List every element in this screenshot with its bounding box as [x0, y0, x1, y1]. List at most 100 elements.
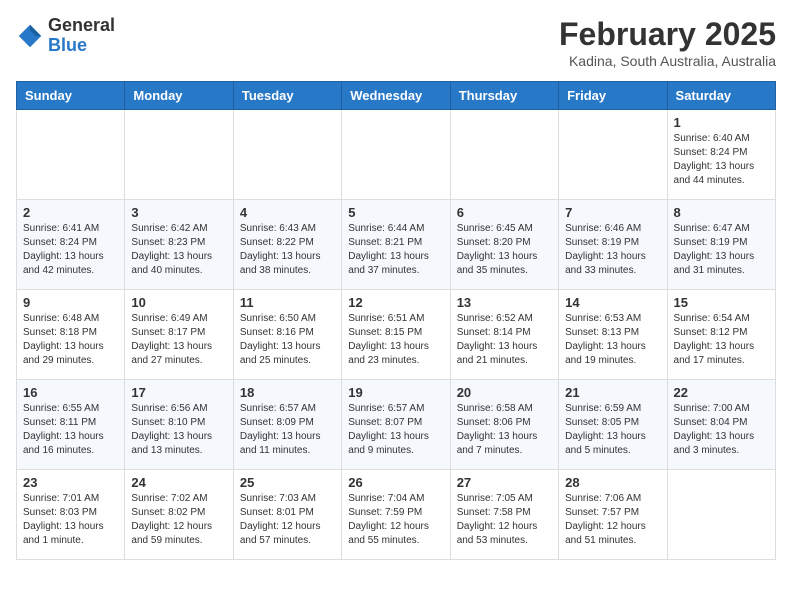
day-info: Sunrise: 6:55 AM Sunset: 8:11 PM Dayligh…: [23, 402, 118, 458]
calendar-cell: 11 Sunrise: 6:50 AM Sunset: 8:16 PM Dayli…: [233, 290, 341, 380]
day-number: 3: [131, 205, 226, 220]
title-block: February 2025 Kadina, South Australia, A…: [559, 16, 776, 69]
day-info: Sunrise: 6:57 AM Sunset: 8:09 PM Dayligh…: [240, 402, 335, 458]
day-number: 12: [348, 295, 443, 310]
month-year-title: February 2025: [559, 16, 776, 53]
calendar-cell: 23Sunrise: 7:01 AM Sunset: 8:03 PM Dayli…: [17, 470, 125, 560]
weekday-header-tuesday: Tuesday: [233, 82, 341, 110]
day-number: 16: [23, 385, 118, 400]
day-number: 18: [240, 385, 335, 400]
week-row-3: 16 Sunrise: 6:55 AM Sunset: 8:11 PM Dayli…: [17, 380, 776, 470]
calendar-cell: 13 Sunrise: 6:52 AM Sunset: 8:14 PM Dayli…: [450, 290, 558, 380]
day-info: Sunrise: 6:58 AM Sunset: 8:06 PM Dayligh…: [457, 402, 552, 458]
day-info: Sunrise: 7:01 AM Sunset: 8:03 PM Dayligh…: [23, 492, 118, 548]
weekday-header-wednesday: Wednesday: [342, 82, 450, 110]
day-info: Sunrise: 6:59 AM Sunset: 8:05 PM Dayligh…: [565, 402, 660, 458]
day-number: 25: [240, 475, 335, 490]
day-number: 26: [348, 475, 443, 490]
day-info: Sunrise: 6:47 AM Sunset: 8:19 PM Dayligh…: [674, 222, 769, 278]
location-subtitle: Kadina, South Australia, Australia: [559, 53, 776, 69]
day-number: 8: [674, 205, 769, 220]
weekday-header-monday: Monday: [125, 82, 233, 110]
calendar-cell: 22 Sunrise: 7:00 AM Sunset: 8:04 PM Dayli…: [667, 380, 775, 470]
calendar-cell: [125, 110, 233, 200]
calendar-cell: [342, 110, 450, 200]
calendar-cell: 25 Sunrise: 7:03 AM Sunset: 8:01 PM Dayli…: [233, 470, 341, 560]
calendar-cell: 26 Sunrise: 7:04 AM Sunset: 7:59 PM Dayli…: [342, 470, 450, 560]
day-number: 11: [240, 295, 335, 310]
day-info: Sunrise: 6:42 AM Sunset: 8:23 PM Dayligh…: [131, 222, 226, 278]
week-row-2: 9 Sunrise: 6:48 AM Sunset: 8:18 PM Daylig…: [17, 290, 776, 380]
day-number: 2: [23, 205, 118, 220]
day-info: Sunrise: 6:40 AM Sunset: 8:24 PM Dayligh…: [674, 132, 769, 188]
weekday-header-row: SundayMondayTuesdayWednesdayThursdayFrid…: [17, 82, 776, 110]
day-number: 15: [674, 295, 769, 310]
calendar-table: SundayMondayTuesdayWednesdayThursdayFrid…: [16, 81, 776, 560]
day-info: Sunrise: 7:06 AM Sunset: 7:57 PM Dayligh…: [565, 492, 660, 548]
day-number: 22: [674, 385, 769, 400]
day-info: Sunrise: 6:48 AM Sunset: 8:18 PM Dayligh…: [23, 312, 118, 368]
day-info: Sunrise: 6:49 AM Sunset: 8:17 PM Dayligh…: [131, 312, 226, 368]
calendar-cell: [450, 110, 558, 200]
day-info: Sunrise: 7:05 AM Sunset: 7:58 PM Dayligh…: [457, 492, 552, 548]
day-number: 27: [457, 475, 552, 490]
page-header: General Blue February 2025 Kadina, South…: [16, 16, 776, 69]
calendar-cell: 17Sunrise: 6:56 AM Sunset: 8:10 PM Dayli…: [125, 380, 233, 470]
day-info: Sunrise: 6:54 AM Sunset: 8:12 PM Dayligh…: [674, 312, 769, 368]
day-number: 21: [565, 385, 660, 400]
calendar-cell: 2 Sunrise: 6:41 AM Sunset: 8:24 PM Daylig…: [17, 200, 125, 290]
logo-icon: [16, 22, 44, 50]
day-info: Sunrise: 6:45 AM Sunset: 8:20 PM Dayligh…: [457, 222, 552, 278]
calendar-cell: 10 Sunrise: 6:49 AM Sunset: 8:17 PM Dayli…: [125, 290, 233, 380]
calendar-cell: 12 Sunrise: 6:51 AM Sunset: 8:15 PM Dayli…: [342, 290, 450, 380]
day-info: Sunrise: 7:03 AM Sunset: 8:01 PM Dayligh…: [240, 492, 335, 548]
calendar-cell: 28 Sunrise: 7:06 AM Sunset: 7:57 PM Dayli…: [559, 470, 667, 560]
day-number: 4: [240, 205, 335, 220]
calendar-cell: [667, 470, 775, 560]
weekday-header-friday: Friday: [559, 82, 667, 110]
calendar-cell: 6Sunrise: 6:45 AM Sunset: 8:20 PM Daylig…: [450, 200, 558, 290]
day-number: 5: [348, 205, 443, 220]
day-number: 24: [131, 475, 226, 490]
calendar-cell: 15 Sunrise: 6:54 AM Sunset: 8:12 PM Dayli…: [667, 290, 775, 380]
day-info: Sunrise: 6:50 AM Sunset: 8:16 PM Dayligh…: [240, 312, 335, 368]
day-info: Sunrise: 7:00 AM Sunset: 8:04 PM Dayligh…: [674, 402, 769, 458]
day-number: 13: [457, 295, 552, 310]
week-row-4: 23Sunrise: 7:01 AM Sunset: 8:03 PM Dayli…: [17, 470, 776, 560]
calendar-cell: 5Sunrise: 6:44 AM Sunset: 8:21 PM Daylig…: [342, 200, 450, 290]
logo-blue: Blue: [48, 36, 115, 56]
weekday-header-sunday: Sunday: [17, 82, 125, 110]
day-number: 14: [565, 295, 660, 310]
calendar-cell: [559, 110, 667, 200]
calendar-cell: 14Sunrise: 6:53 AM Sunset: 8:13 PM Dayli…: [559, 290, 667, 380]
weekday-header-saturday: Saturday: [667, 82, 775, 110]
day-number: 10: [131, 295, 226, 310]
day-info: Sunrise: 6:41 AM Sunset: 8:24 PM Dayligh…: [23, 222, 118, 278]
day-number: 17: [131, 385, 226, 400]
weekday-header-thursday: Thursday: [450, 82, 558, 110]
calendar-cell: 8 Sunrise: 6:47 AM Sunset: 8:19 PM Daylig…: [667, 200, 775, 290]
day-number: 1: [674, 115, 769, 130]
logo-text: General Blue: [48, 16, 115, 56]
day-number: 28: [565, 475, 660, 490]
day-number: 9: [23, 295, 118, 310]
day-info: Sunrise: 6:51 AM Sunset: 8:15 PM Dayligh…: [348, 312, 443, 368]
day-info: Sunrise: 7:04 AM Sunset: 7:59 PM Dayligh…: [348, 492, 443, 548]
week-row-0: 1 Sunrise: 6:40 AM Sunset: 8:24 PM Daylig…: [17, 110, 776, 200]
calendar-cell: 3 Sunrise: 6:42 AM Sunset: 8:23 PM Daylig…: [125, 200, 233, 290]
day-info: Sunrise: 6:43 AM Sunset: 8:22 PM Dayligh…: [240, 222, 335, 278]
day-info: Sunrise: 6:46 AM Sunset: 8:19 PM Dayligh…: [565, 222, 660, 278]
calendar-cell: 1 Sunrise: 6:40 AM Sunset: 8:24 PM Daylig…: [667, 110, 775, 200]
calendar-cell: 4 Sunrise: 6:43 AM Sunset: 8:22 PM Daylig…: [233, 200, 341, 290]
calendar-cell: 7 Sunrise: 6:46 AM Sunset: 8:19 PM Daylig…: [559, 200, 667, 290]
calendar-cell: [17, 110, 125, 200]
day-number: 7: [565, 205, 660, 220]
calendar-cell: 21 Sunrise: 6:59 AM Sunset: 8:05 PM Dayli…: [559, 380, 667, 470]
day-number: 19: [348, 385, 443, 400]
week-row-1: 2 Sunrise: 6:41 AM Sunset: 8:24 PM Daylig…: [17, 200, 776, 290]
calendar-cell: 18 Sunrise: 6:57 AM Sunset: 8:09 PM Dayli…: [233, 380, 341, 470]
day-info: Sunrise: 6:52 AM Sunset: 8:14 PM Dayligh…: [457, 312, 552, 368]
calendar-cell: [233, 110, 341, 200]
day-info: Sunrise: 7:02 AM Sunset: 8:02 PM Dayligh…: [131, 492, 226, 548]
logo: General Blue: [16, 16, 115, 56]
